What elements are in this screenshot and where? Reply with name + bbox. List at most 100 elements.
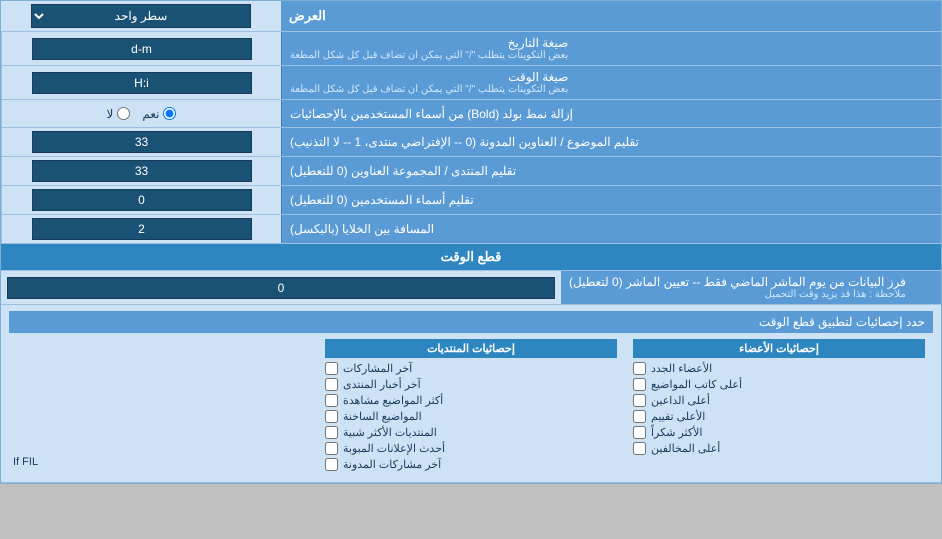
cb-top-inviters-label: أعلى الداعين [651,394,710,407]
cb-top-violators-label: أعلى المخالفين [651,442,720,455]
trim-users-input[interactable] [32,189,252,211]
cell-spacing-row: المسافة بين الخلايا (بالبكسل) [1,215,941,244]
cb-latest-classifieds-label: أحدث الإعلانات المبوبة [343,442,445,455]
time-format-label-cell: صيغة الوقت بعض التكوينات يتطلب "/" التي … [281,66,941,99]
members-col-header: إحصائيات الأعضاء [633,339,925,358]
date-format-row: صيغة التاريخ بعض التكوينات يتطلب "/" الت… [1,32,941,66]
cb-most-thanks: الأكثر شكراً [633,426,925,439]
cb-latest-classifieds: أحدث الإعلانات المبوبة [325,442,617,455]
checkboxes-grid: إحصائيات الأعضاء الأعضاء الجدد أعلى كاتب… [9,337,933,476]
bold-remove-label: إزالة نمط بولد (Bold) من أسماء المستخدمي… [290,107,573,121]
cb-most-viewed: أكثر المواضيع مشاهدة [325,394,617,407]
top-row: العرض سطر واحد سطرين ثلاثة أسطر [1,1,941,32]
cb-top-violators-input[interactable] [633,442,646,455]
cb-hot-topics: المواضيع الساخنة [325,410,617,423]
cutoff-input-cell [1,271,561,304]
cb-top-writers-input[interactable] [633,378,646,391]
cb-new-members-label: الأعضاء الجدد [651,362,712,375]
date-format-input-cell [1,32,281,65]
checkbox-col-members: إحصائيات الأعضاء الأعضاء الجدد أعلى كاتب… [625,337,933,476]
cb-last-blog-posts: آخر مشاركات المدونة [325,458,617,471]
cb-most-similar: المنتديات الأكثر شبية [325,426,617,439]
bold-no-text: لا [107,107,114,121]
time-format-label: صيغة الوقت [508,70,568,84]
trim-users-input-cell [1,186,281,214]
top-label-text: العرض [289,8,326,24]
cb-last-posts-label: آخر المشاركات [343,362,412,375]
trim-users-row: تقليم أسماء المستخدمين (0 للتعطيل) [1,186,941,215]
cutoff-input[interactable] [7,277,555,299]
trim-forum-label-cell: تقليم المنتدى / المجموعة العناوين (0 للت… [281,157,941,185]
cb-top-inviters: أعلى الداعين [633,394,925,407]
cb-new-members: الأعضاء الجدد [633,362,925,375]
top-label: العرض [281,1,941,31]
cb-most-similar-label: المنتديات الأكثر شبية [343,426,437,439]
cb-most-thanks-input[interactable] [633,426,646,439]
top-select-cell: سطر واحد سطرين ثلاثة أسطر [1,1,281,31]
trim-forum-label: تقليم المنتدى / المجموعة العناوين (0 للت… [290,164,516,178]
trim-subject-row: تقليم الموضوع / العناوين المدونة (0 -- ا… [1,128,941,157]
cb-most-viewed-label: أكثر المواضيع مشاهدة [343,394,443,407]
section-header: قطع الوقت [1,244,941,271]
cb-top-writers-label: أعلى كاتب المواضيع [651,378,742,391]
checkbox-col-extra: If FIL [9,337,317,476]
trim-subject-input[interactable] [32,131,252,153]
date-format-sub: بعض التكوينات يتطلب "/" التي يمكن ان تضا… [290,50,568,61]
cb-forum-news: آخر أخبار المنتدى [325,378,617,391]
time-format-input[interactable] [32,72,252,94]
display-select[interactable]: سطر واحد سطرين ثلاثة أسطر [31,4,251,28]
trim-forum-input[interactable] [32,160,252,182]
date-format-input[interactable] [32,38,252,60]
cutoff-row: فرز البيانات من يوم الماشر الماضي فقط --… [1,271,941,305]
if-fil-label: If FIL [9,452,42,472]
bold-remove-radio-cell: نعم لا [1,100,281,127]
cell-spacing-input[interactable] [32,218,252,240]
time-format-sub: بعض التكوينات يتطلب "/" التي يمكن ان تضا… [290,84,568,95]
bold-yes-label[interactable]: نعم [142,107,176,121]
cb-top-violators: أعلى المخالفين [633,442,925,455]
checkboxes-section: حدد إحصائيات لتطبيق قطع الوقت إحصائيات ا… [1,305,941,483]
cb-most-similar-input[interactable] [325,426,338,439]
cb-forum-news-label: آخر أخبار المنتدى [343,378,421,391]
cb-last-posts-input[interactable] [325,362,338,375]
main-container: العرض سطر واحد سطرين ثلاثة أسطر صيغة الت… [0,0,942,484]
cb-hot-topics-label: المواضيع الساخنة [343,410,422,423]
trim-subject-label-cell: تقليم الموضوع / العناوين المدونة (0 -- ا… [281,128,941,156]
cb-last-posts: آخر المشاركات [325,362,617,375]
forums-col-header: إحصائيات المنتديات [325,339,617,358]
checkboxes-header-text: حدد إحصائيات لتطبيق قطع الوقت [759,315,925,329]
cb-last-blog-posts-input[interactable] [325,458,338,471]
time-format-row: صيغة الوقت بعض التكوينات يتطلب "/" التي … [1,66,941,100]
cb-top-writers: أعلى كاتب المواضيع [633,378,925,391]
checkbox-col-forums: إحصائيات المنتديات آخر المشاركات آخر أخب… [317,337,625,476]
trim-users-label-cell: تقليم أسماء المستخدمين (0 للتعطيل) [281,186,941,214]
trim-subject-input-cell [1,128,281,156]
trim-forum-input-cell [1,157,281,185]
time-format-input-cell [1,66,281,99]
bold-remove-row: إزالة نمط بولد (Bold) من أسماء المستخدمي… [1,100,941,128]
trim-forum-row: تقليم المنتدى / المجموعة العناوين (0 للت… [1,157,941,186]
trim-subject-label: تقليم الموضوع / العناوين المدونة (0 -- ا… [290,135,639,149]
cutoff-note: ملاحظة : هذا قد يزيد وقت التحميل [569,289,906,300]
trim-users-label: تقليم أسماء المستخدمين (0 للتعطيل) [290,193,474,207]
cb-last-blog-posts-label: آخر مشاركات المدونة [343,458,441,471]
date-format-label: صيغة التاريخ [508,36,569,50]
bold-yes-text: نعم [142,107,159,121]
cb-forum-news-input[interactable] [325,378,338,391]
bold-no-label[interactable]: لا [107,107,131,121]
cell-spacing-label: المسافة بين الخلايا (بالبكسل) [290,222,434,236]
cb-hot-topics-input[interactable] [325,410,338,423]
cb-latest-classifieds-input[interactable] [325,442,338,455]
cutoff-label-cell: فرز البيانات من يوم الماشر الماضي فقط --… [561,271,941,304]
section-header-text: قطع الوقت [441,249,502,264]
cb-highest-rated-input[interactable] [633,410,646,423]
cb-highest-rated-label: الأعلى تقييم [651,410,705,423]
cb-highest-rated: الأعلى تقييم [633,410,925,423]
date-format-label-cell: صيغة التاريخ بعض التكوينات يتطلب "/" الت… [281,32,941,65]
bold-yes-radio[interactable] [163,107,176,120]
cb-new-members-input[interactable] [633,362,646,375]
cb-top-inviters-input[interactable] [633,394,646,407]
bold-remove-label-cell: إزالة نمط بولد (Bold) من أسماء المستخدمي… [281,100,941,127]
bold-no-radio[interactable] [117,107,130,120]
cb-most-viewed-input[interactable] [325,394,338,407]
